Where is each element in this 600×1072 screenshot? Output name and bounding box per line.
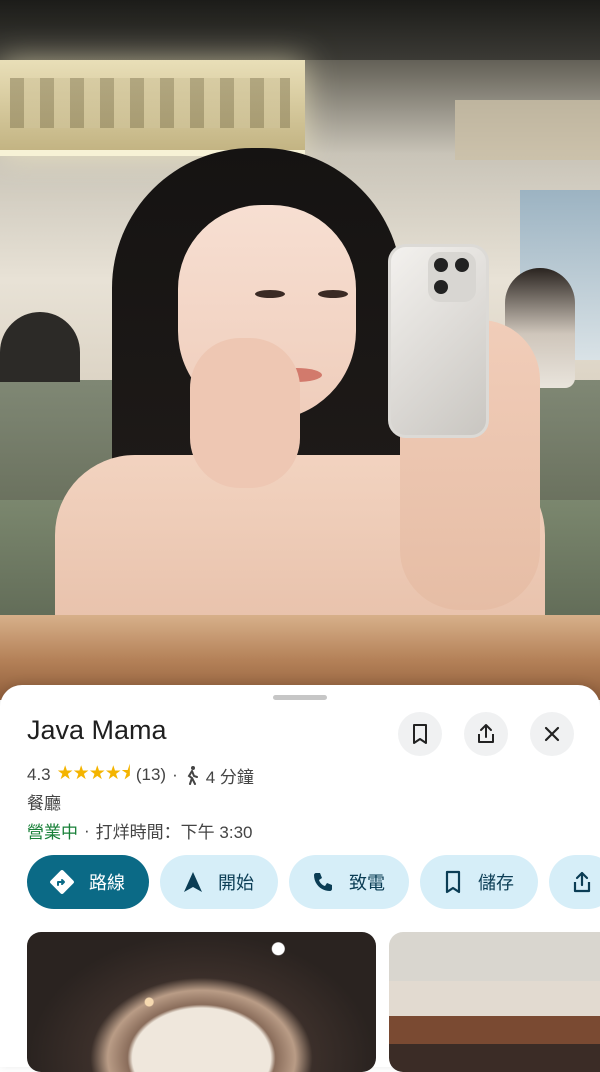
background-shelf	[455, 100, 600, 160]
photo-thumbnail-interior[interactable]	[27, 932, 376, 1072]
separator: ·	[172, 765, 178, 784]
lit-menu-sign	[0, 60, 305, 156]
save-button[interactable]: 儲存	[420, 855, 538, 909]
start-button[interactable]: 開始	[160, 855, 278, 909]
separator: ·	[84, 820, 90, 840]
directions-label: 路線	[89, 873, 125, 893]
open-status: 營業中	[27, 823, 78, 842]
directions-icon	[50, 870, 74, 894]
share-icon	[478, 724, 494, 743]
camera-lens	[455, 258, 469, 272]
save-round-button[interactable]	[398, 712, 442, 756]
walking-icon	[187, 766, 198, 785]
place-bottom-sheet[interactable]: Java Mama 4.3 ★★★★⯨ (13) · 4 分鐘 餐廳 營業中 ·…	[0, 685, 600, 1072]
photo-thumbnail-counter[interactable]	[389, 932, 600, 1072]
walk-time: 4 分鐘	[205, 767, 254, 787]
review-count[interactable]: (13)	[136, 765, 166, 785]
place-name: Java Mama	[27, 715, 167, 745]
save-label: 儲存	[478, 873, 514, 893]
subject-eye	[255, 290, 285, 298]
rating-row: 4.3 ★★★★⯨ (13) · 4 分鐘	[27, 759, 254, 791]
share-button[interactable]	[549, 855, 600, 909]
category-row: 餐廳	[27, 789, 61, 814]
phone-camera	[428, 252, 476, 302]
bookmark-icon	[445, 870, 461, 894]
share-icon	[573, 871, 591, 893]
hero-photo[interactable]	[0, 0, 600, 700]
share-round-button[interactable]	[464, 712, 508, 756]
close-button[interactable]	[530, 712, 574, 756]
bookmark-icon	[413, 724, 427, 744]
background-person-left	[0, 312, 80, 382]
drag-handle[interactable]	[273, 695, 327, 700]
subject-hand	[190, 338, 300, 488]
rating-stars: ★★★★⯨	[56, 763, 131, 784]
directions-button[interactable]: 路線	[27, 855, 149, 909]
action-buttons: 路線 開始 致電 儲存	[27, 855, 600, 909]
camera-lens	[434, 280, 448, 294]
start-label: 開始	[218, 873, 254, 893]
hours-row[interactable]: 營業中 · 打烊時間：下午 3:30	[27, 818, 252, 843]
rating-value: 4.3	[27, 765, 51, 784]
ceiling	[0, 0, 600, 60]
closing-time: 打烊時間：下午 3:30	[95, 823, 253, 842]
call-label: 致電	[349, 873, 385, 893]
subject-eye	[318, 290, 348, 298]
close-icon	[544, 726, 560, 742]
camera-lens	[434, 258, 448, 272]
phone-icon	[314, 873, 332, 891]
navigate-arrow-icon	[184, 872, 202, 892]
call-button[interactable]: 致電	[289, 855, 409, 909]
place-category: 餐廳	[27, 794, 61, 813]
